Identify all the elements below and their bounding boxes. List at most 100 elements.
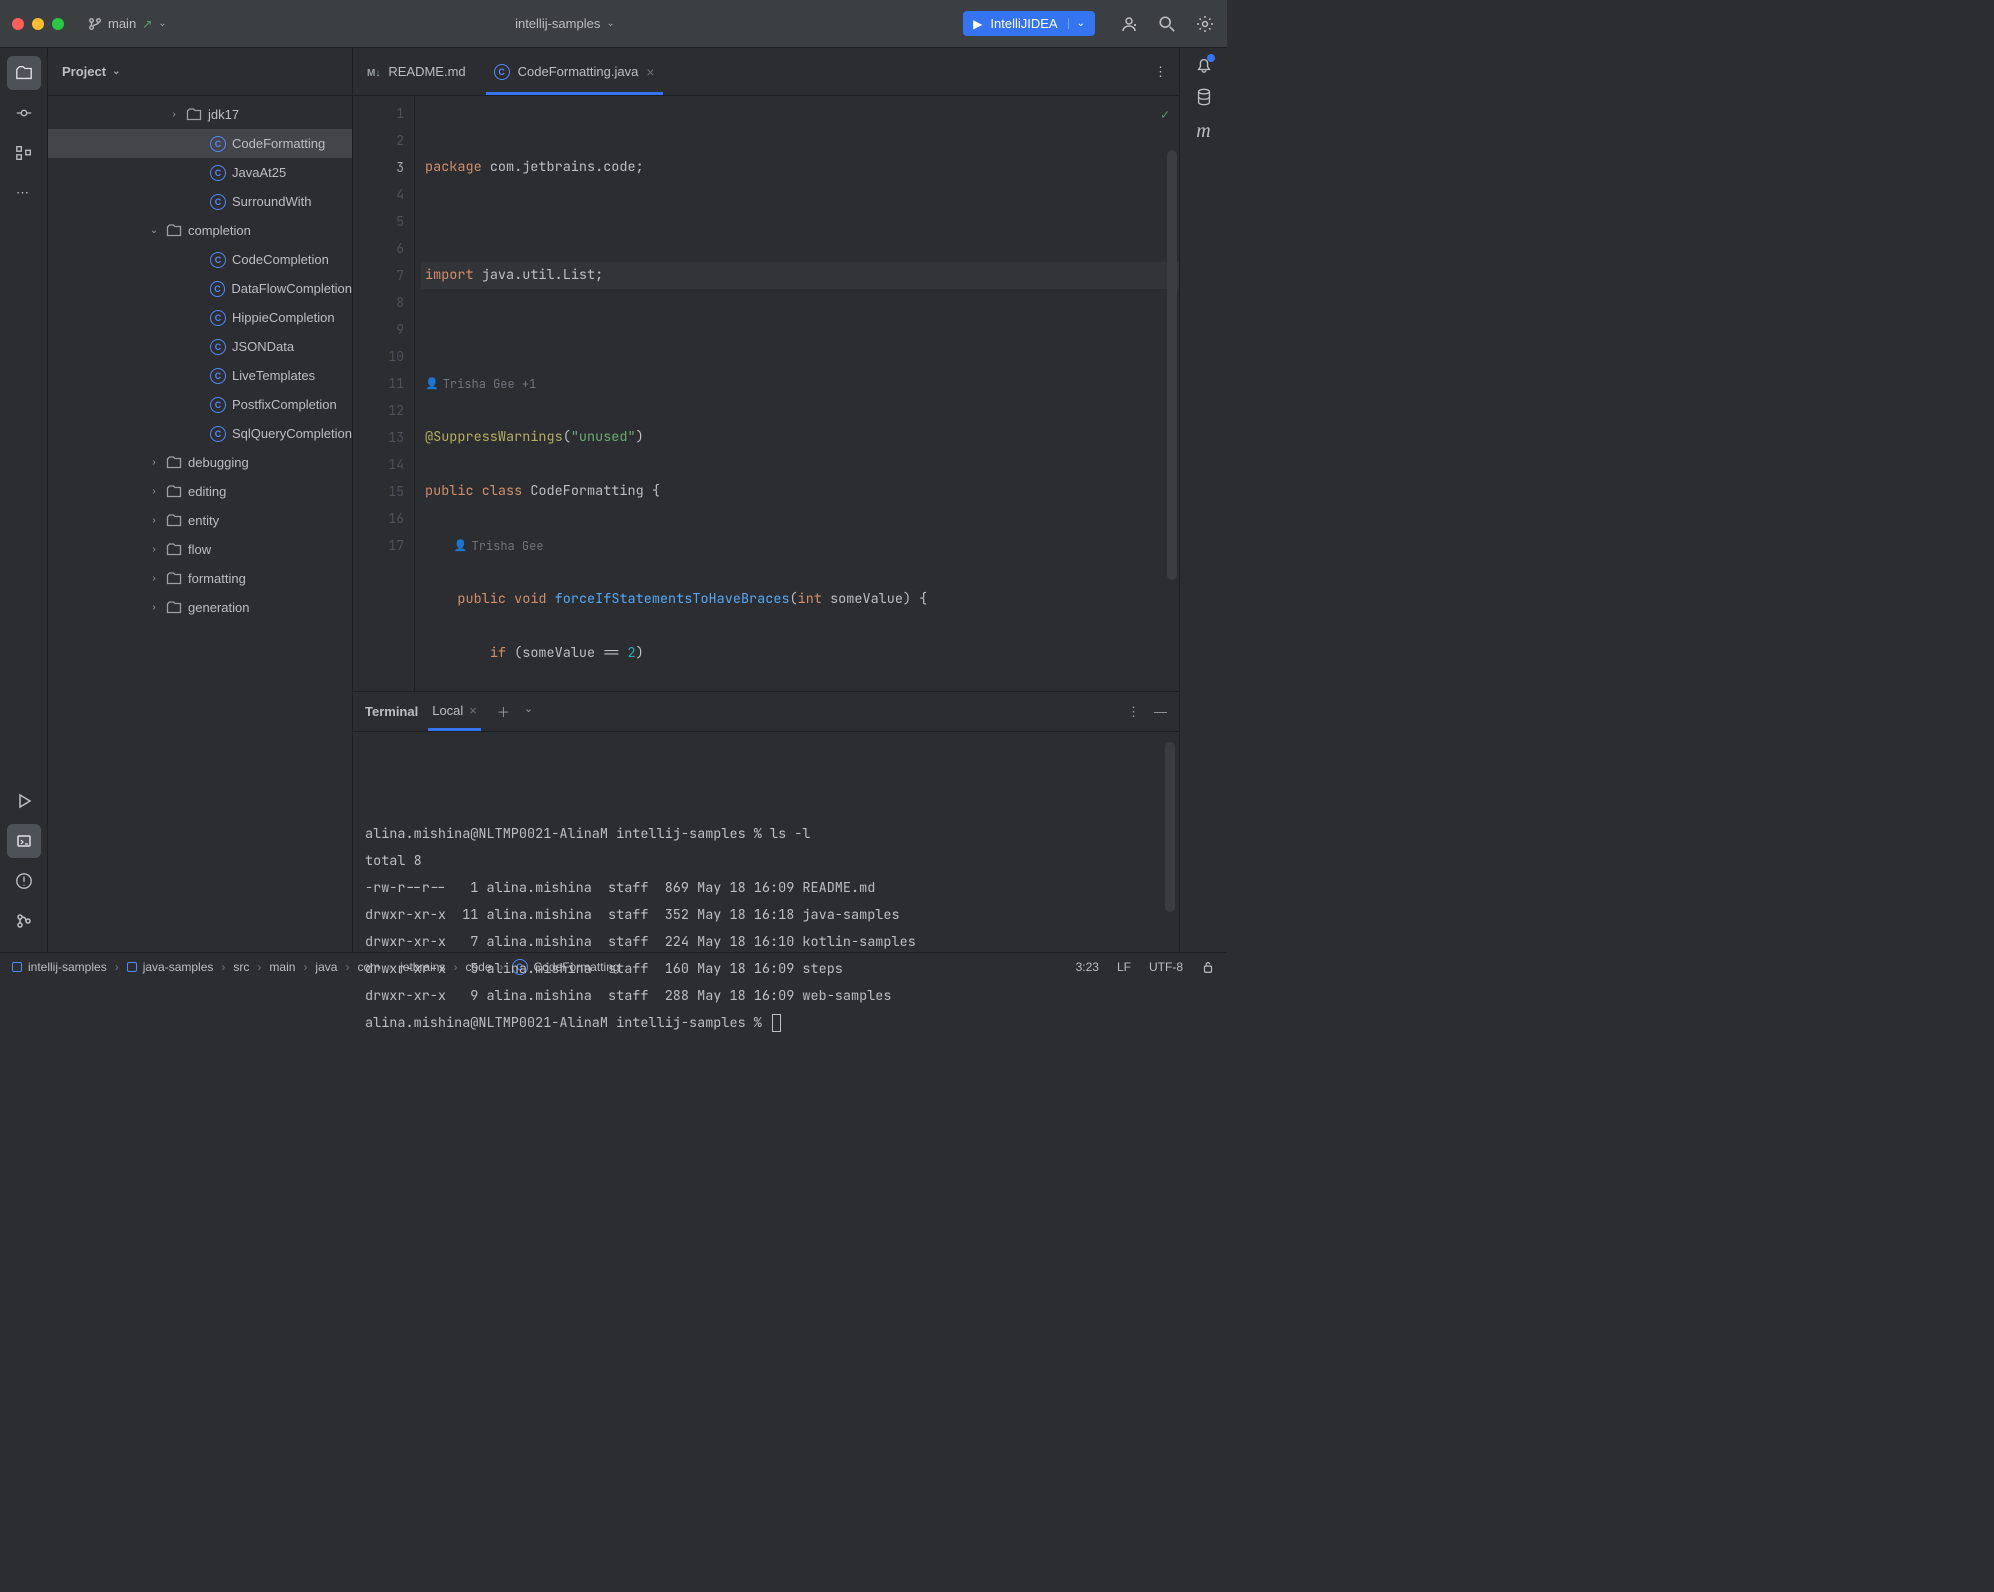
structure-tool-button[interactable] (7, 136, 41, 170)
code-area[interactable]: ✓ package com.jetbrains.code; import jav… (415, 96, 1179, 691)
tree-item-label: formatting (188, 571, 246, 586)
tree-item[interactable]: ›CCodeFormatting (48, 129, 352, 158)
tree-item[interactable]: ›CHippieCompletion (48, 303, 352, 332)
chevron-icon[interactable]: › (148, 457, 160, 468)
tree-item[interactable]: ›CCodeCompletion (48, 245, 352, 274)
new-session-button[interactable]: ＋ (497, 702, 510, 721)
tree-item-label: jdk17 (208, 107, 239, 122)
titlebar: main ↗ ⌄ intellij-samples ⌄ ▶ IntelliJID… (0, 0, 1227, 48)
tree-item[interactable]: ›flow (48, 535, 352, 564)
chevron-down-icon: ⌄ (606, 18, 614, 29)
terminal-scrollbar[interactable] (1165, 742, 1175, 912)
class-icon: C (210, 426, 226, 442)
gear-icon[interactable] (1195, 14, 1215, 34)
breadcrumb-item[interactable]: intellij-samples (12, 960, 107, 974)
readonly-toggle-icon[interactable] (1201, 960, 1215, 974)
maven-tool-button[interactable]: m (1196, 120, 1210, 143)
tree-item-label: CodeCompletion (232, 252, 329, 267)
minimize-window-button[interactable] (32, 18, 44, 30)
project-name: intellij-samples (515, 16, 600, 31)
tree-item[interactable]: › formatting (48, 564, 352, 593)
terminal-output[interactable]: alina.mishina@NLTMP0021-AlinaM intellij-… (353, 732, 1179, 952)
class-icon: C (494, 64, 510, 80)
chevron-icon[interactable]: ⌄ (148, 225, 160, 236)
code-author: Trisha Gee (472, 533, 544, 560)
tree-item[interactable]: ›CSurroundWith (48, 187, 352, 216)
outgoing-icon: ↗ (142, 17, 152, 31)
run-tool-button[interactable] (7, 784, 41, 818)
tree-item[interactable]: › jdk17 (48, 100, 352, 129)
chevron-down-icon: ⌄ (112, 66, 120, 77)
tree-item-label: debugging (188, 455, 249, 470)
chevron-icon[interactable]: › (148, 573, 160, 584)
tree-item[interactable]: ›CJSONData (48, 332, 352, 361)
breadcrumb-item[interactable]: src (233, 960, 249, 974)
project-tree[interactable]: › jdk17 ›CCodeFormatting›CJavaAt25›CSurrou… (48, 96, 352, 952)
chevron-icon[interactable]: › (148, 515, 160, 526)
chevron-icon[interactable]: › (148, 486, 160, 497)
terminal-more-button[interactable]: ⋮ (1127, 704, 1140, 720)
editor-tab[interactable]: M↓README.md (353, 48, 480, 95)
breadcrumb-item[interactable]: main (269, 960, 295, 974)
close-window-button[interactable] (12, 18, 24, 30)
tree-item[interactable]: ›CPostfixCompletion (48, 390, 352, 419)
commit-tool-button[interactable] (7, 96, 41, 130)
branch-icon (88, 17, 102, 31)
project-view-header[interactable]: Project ⌄ (48, 48, 352, 96)
project-tool-button[interactable] (7, 56, 41, 90)
tree-item[interactable]: ›editing (48, 477, 352, 506)
tree-item[interactable]: ›CJavaAt25 (48, 158, 352, 187)
tree-item-label: PostfixCompletion (232, 397, 337, 412)
inspection-ok-icon[interactable]: ✓ (1161, 102, 1169, 129)
tree-item[interactable]: › debugging (48, 448, 352, 477)
problems-tool-button[interactable] (7, 864, 41, 898)
chevron-icon[interactable]: › (148, 602, 160, 613)
tree-item-label: entity (188, 513, 219, 528)
project-title-widget[interactable]: intellij-samples ⌄ (179, 16, 952, 31)
tree-item[interactable]: ›CSqlQueryCompletion (48, 419, 352, 448)
close-icon[interactable]: × (469, 703, 477, 718)
minimize-panel-button[interactable]: — (1154, 704, 1167, 720)
close-tab-icon[interactable]: × (646, 64, 654, 80)
editor[interactable]: 1234567891011121314151617 ✓ package com.… (353, 96, 1179, 691)
run-config-name: IntelliJIDEA (990, 16, 1057, 31)
chevron-icon[interactable]: › (148, 544, 160, 555)
tree-item[interactable]: ⌄completion (48, 216, 352, 245)
breadcrumb-item[interactable]: java-samples (127, 960, 214, 974)
chevron-down-icon[interactable]: ⌄ (1068, 18, 1085, 29)
more-tool-button[interactable]: ⋯ (7, 176, 41, 210)
editor-scrollbar[interactable] (1167, 150, 1177, 580)
breadcrumb-item[interactable]: java (315, 960, 337, 974)
notifications-button[interactable] (1195, 56, 1213, 74)
project-view-title: Project (62, 64, 106, 79)
terminal-session-tab[interactable]: Local × (432, 703, 477, 720)
terminal-panel: Terminal Local × ＋ ⌄ ⋮ — alina.mishina@N… (353, 691, 1179, 952)
chevron-down-icon[interactable]: ⌄ (524, 702, 533, 721)
terminal-line: alina.mishina@NLTMP0021-AlinaM intellij-… (365, 1010, 1167, 1037)
terminal-tool-button[interactable] (7, 824, 41, 858)
code-with-me-icon[interactable] (1119, 14, 1139, 34)
run-config-button[interactable]: ▶ IntelliJIDEA ⌄ (963, 11, 1095, 36)
vcs-branch-widget[interactable]: main ↗ ⌄ (88, 16, 167, 31)
class-icon: C (210, 165, 226, 181)
database-tool-button[interactable] (1195, 88, 1213, 106)
tab-label: README.md (388, 64, 465, 79)
class-icon: C (210, 339, 226, 355)
terminal-title[interactable]: Terminal (365, 704, 418, 719)
maximize-window-button[interactable] (52, 18, 64, 30)
tree-item[interactable]: ›generation (48, 593, 352, 622)
chevron-icon[interactable]: › (168, 109, 180, 120)
class-icon: C (210, 397, 226, 413)
search-icon[interactable] (1157, 14, 1177, 34)
editor-tab[interactable]: CCodeFormatting.java× (480, 48, 669, 95)
git-tool-button[interactable] (7, 904, 41, 938)
tabs-more-button[interactable]: ⋮ (1142, 48, 1179, 95)
tree-item[interactable]: ›CDataFlowCompletion (48, 274, 352, 303)
tree-item[interactable]: › entity (48, 506, 352, 535)
notification-dot-icon (1207, 54, 1215, 62)
class-icon: C (210, 281, 226, 297)
tree-item-label: SqlQueryCompletion (232, 426, 352, 441)
tree-item[interactable]: ›CLiveTemplates (48, 361, 352, 390)
terminal-line: total 8 (365, 848, 1167, 875)
class-icon: C (210, 136, 226, 152)
